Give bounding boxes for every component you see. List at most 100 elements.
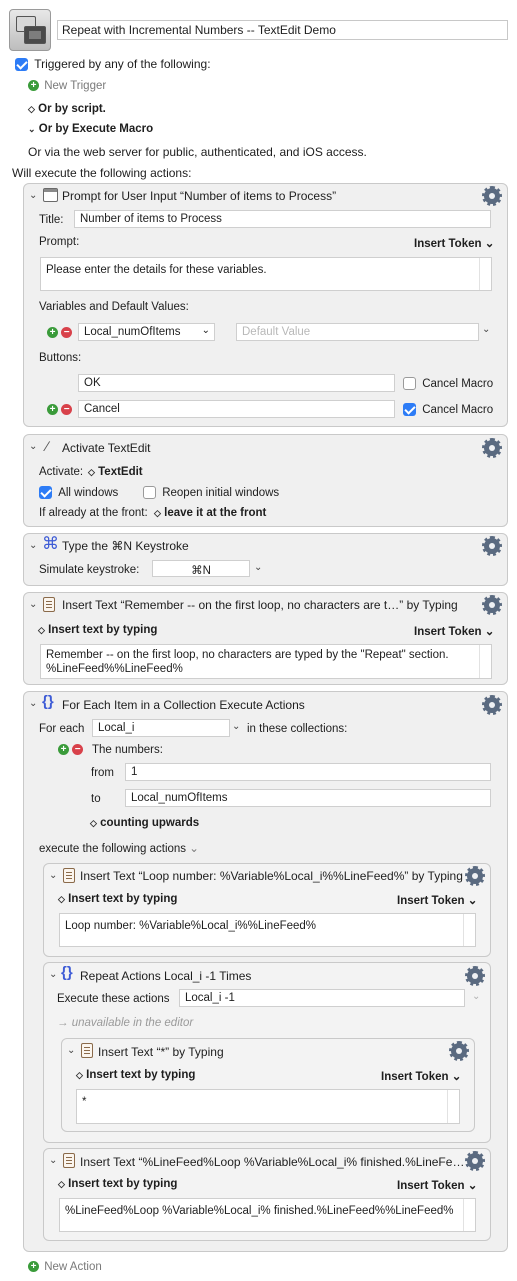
insert1-text-area[interactable]: Remember -- on the first loop, no charac…: [40, 644, 492, 679]
prompt-text-area[interactable]: Please enter the details for these varia…: [40, 257, 492, 291]
add-collection-icon[interactable]: +: [58, 744, 69, 756]
gear-icon[interactable]: [465, 966, 485, 986]
chevron-down-icon: ⌄: [484, 626, 495, 638]
chevron-down-icon[interactable]: ⌄: [49, 969, 57, 980]
insert-token-menu[interactable]: Insert Token ⌄: [397, 1178, 477, 1192]
gear-icon[interactable]: [482, 438, 502, 458]
prompt-title-field[interactable]: Number of items to Process: [74, 210, 491, 228]
all-windows-checkbox[interactable]: [39, 486, 52, 499]
add-variable-icon[interactable]: +: [47, 327, 58, 339]
repeat-action[interactable]: ⌄ {} Repeat Actions Local_i -1 Times Exe…: [43, 962, 491, 1143]
new-trigger-button[interactable]: + New Trigger: [28, 80, 106, 92]
gear-icon[interactable]: [449, 1041, 469, 1061]
reopen-label: Reopen initial windows: [162, 486, 280, 499]
insert-text-finished-action[interactable]: ⌄ Insert Text “%LineFeed%Loop %Variable%…: [43, 1148, 491, 1241]
insert2-text-area[interactable]: Loop number: %Variable%Local_i%%LineFeed…: [59, 913, 476, 947]
chevron-down-icon: ⌄: [472, 991, 481, 1002]
new-action-button[interactable]: + New Action: [28, 1261, 102, 1273]
chevron-down-icon: ⌄: [451, 1071, 462, 1083]
counting-selector[interactable]: ◇ counting upwards: [90, 817, 199, 829]
insert-token-menu[interactable]: Insert Token ⌄: [414, 236, 494, 250]
insert-text-star-action[interactable]: ⌄ Insert Text “*” by Typing ◇ Insert tex…: [61, 1038, 475, 1132]
macro-icon[interactable]: [9, 9, 51, 51]
execute-label-text: execute the following actions: [39, 843, 187, 855]
to-field[interactable]: Local_numOfItems: [125, 789, 491, 807]
gear-icon[interactable]: [482, 186, 502, 206]
insert-token-menu[interactable]: Insert Token ⌄: [381, 1069, 461, 1083]
remove-variable-icon[interactable]: −: [61, 327, 73, 339]
repeat-count-field[interactable]: Local_i -1: [179, 989, 465, 1007]
variables-label: Variables and Default Values:: [39, 301, 189, 313]
triggered-label: Triggered by any of the following:: [34, 57, 211, 71]
keystroke-action[interactable]: ⌄ ⌘ Type the ⌘N Keystroke Simulate keyst…: [23, 533, 508, 586]
gear-icon[interactable]: [482, 536, 502, 556]
chevron-down-icon[interactable]: ⌄: [49, 1155, 57, 1166]
insert2-mode[interactable]: ◇ Insert text by typing: [58, 893, 177, 905]
braces-icon: {}: [42, 693, 54, 710]
default-value-field[interactable]: Default Value: [236, 323, 479, 341]
chevron-down-icon[interactable]: ⌄: [482, 324, 490, 335]
command-icon: ⌘: [42, 534, 59, 553]
insert1-line1: Remember -- on the first loop, no charac…: [46, 649, 449, 661]
chevron-down-icon[interactable]: ⌄: [29, 698, 37, 709]
chevron-down-icon[interactable]: ⌄: [29, 441, 37, 452]
macro-title-field[interactable]: Repeat with Incremental Numbers -- TextE…: [57, 20, 508, 40]
reopen-checkbox[interactable]: [143, 486, 156, 499]
front-selector[interactable]: ◇ leave it at the front: [154, 507, 266, 519]
keystroke-field[interactable]: ⌘N: [152, 560, 250, 577]
updown-icon: ◇: [154, 508, 161, 518]
activate-action[interactable]: ⌄ ∕ Activate TextEdit Activate: ◇ TextEd…: [23, 434, 508, 527]
or-by-script-toggle[interactable]: ◇ Or by script.: [28, 103, 106, 115]
insert-text-remember-action[interactable]: ⌄ Insert Text “Remember -- on the first …: [23, 592, 508, 685]
gear-icon[interactable]: [465, 1151, 485, 1171]
gear-icon[interactable]: [482, 595, 502, 615]
triggered-row[interactable]: Triggered by any of the following:: [15, 57, 211, 72]
chevron-down-icon[interactable]: ⌄: [29, 599, 37, 610]
reopen-option[interactable]: Reopen initial windows: [143, 486, 279, 499]
chevron-down-icon[interactable]: ⌄: [189, 843, 199, 855]
insert-text-loop-action[interactable]: ⌄ Insert Text “Loop number: %Variable%Lo…: [43, 863, 491, 957]
chevron-down-icon[interactable]: ⌄: [29, 540, 37, 551]
app-selector[interactable]: ◇ TextEdit: [88, 466, 143, 478]
chevron-down-icon[interactable]: ⌄: [67, 1045, 75, 1056]
insert1-mode[interactable]: ◇ Insert text by typing: [38, 624, 157, 636]
insert4-mode[interactable]: ◇ Insert text by typing: [58, 1178, 177, 1190]
insert3-text-area[interactable]: *: [76, 1089, 460, 1124]
remove-collection-icon[interactable]: −: [72, 744, 84, 756]
insert3-mode[interactable]: ◇ Insert text by typing: [76, 1069, 195, 1081]
insert-token-label: Insert Token: [414, 238, 482, 250]
from-field[interactable]: 1: [125, 763, 491, 781]
button2-field[interactable]: Cancel: [78, 400, 395, 418]
insert-token-menu[interactable]: Insert Token ⌄: [397, 893, 477, 907]
insert4-text-area[interactable]: %LineFeed%Loop %Variable%Local_i% finish…: [59, 1198, 476, 1232]
gear-icon[interactable]: [482, 695, 502, 715]
triggered-checkbox[interactable]: [15, 58, 28, 72]
prompt-action[interactable]: ⌄ Prompt for User Input “Number of items…: [23, 183, 508, 427]
remove-button-icon[interactable]: −: [61, 404, 73, 416]
updown-icon: ◇: [58, 1179, 65, 1189]
or-by-execute-macro-toggle[interactable]: ⌄ Or by Execute Macro: [28, 123, 153, 135]
for-each-action[interactable]: ⌄ {} For Each Item in a Collection Execu…: [23, 691, 508, 1252]
cancel-macro-2[interactable]: Cancel Macro: [403, 403, 493, 416]
insert-token-label: Insert Token: [414, 626, 482, 638]
document-icon: [43, 597, 55, 612]
chevron-down-icon[interactable]: ⌄: [254, 562, 262, 573]
chevron-down-icon[interactable]: ⌄: [232, 721, 240, 732]
foreach-variable-field[interactable]: Local_i: [92, 719, 230, 737]
chevron-down-icon[interactable]: ⌄: [49, 870, 57, 881]
insert-token-menu[interactable]: Insert Token ⌄: [414, 624, 494, 638]
unavailable-text: unavailable in the editor: [71, 1017, 194, 1029]
simulate-label: Simulate keystroke:: [39, 564, 140, 576]
cancel-macro-2-checkbox[interactable]: [403, 403, 416, 416]
cancel-macro-1-checkbox[interactable]: [403, 377, 416, 390]
chevron-down-icon[interactable]: ⌄: [29, 190, 37, 201]
button1-field[interactable]: OK: [78, 374, 395, 392]
gear-icon[interactable]: [465, 866, 485, 886]
add-button-icon[interactable]: +: [47, 404, 58, 416]
insert3-text: *: [82, 1096, 87, 1108]
cancel-macro-1[interactable]: Cancel Macro: [403, 377, 493, 390]
all-windows-option[interactable]: All windows: [39, 486, 118, 499]
cancel-macro-2-label: Cancel Macro: [422, 403, 494, 416]
foreach-header: For Each Item in a Collection Execute Ac…: [62, 698, 305, 712]
variable-name-field[interactable]: Local_numOfItems ⌄: [78, 323, 215, 341]
